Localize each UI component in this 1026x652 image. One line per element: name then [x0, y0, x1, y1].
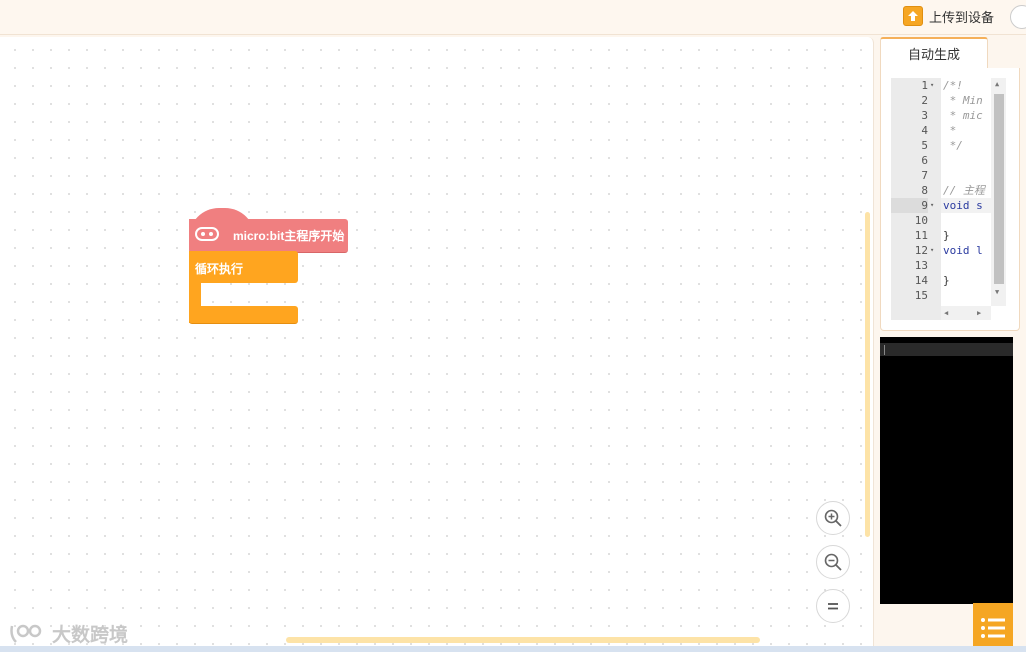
block-workspace[interactable] — [0, 37, 874, 647]
editor-scroll-thumb[interactable] — [994, 94, 1004, 284]
zoom-in-button[interactable] — [816, 501, 850, 535]
watermark-text: 大数跨境 — [52, 624, 129, 646]
fold-arrow-icon[interactable]: ▾ — [930, 78, 934, 93]
code-line[interactable]: 8 // 主程 — [891, 183, 1006, 198]
code-line[interactable]: 14} — [891, 273, 1006, 288]
line-number: 11 — [914, 229, 928, 242]
watermark-logo-icon — [10, 624, 42, 643]
code-tabbar: 自动生成 — [880, 37, 1016, 69]
line-number: 8 — [921, 184, 928, 197]
user-avatar-button[interactable] — [1010, 5, 1026, 29]
loop-block-bottom — [189, 306, 298, 324]
line-number: 15 — [914, 289, 928, 302]
line-number: 12 — [914, 244, 928, 257]
tab-auto-generate-label: 自动生成 — [907, 48, 960, 63]
top-toolbar: 上传到设备 — [0, 0, 1026, 35]
line-number: 7 — [921, 169, 928, 182]
zoom-out-icon — [824, 553, 842, 571]
code-editor[interactable]: 1 ▾/*! 2 * Min 3 * mic 4 * 5 */6 7 8// 主程 9 ▾ void… — [891, 78, 1006, 320]
editor-horizontal-scrollbar[interactable]: ◀ ▶ — [941, 306, 991, 320]
line-number: 6 — [921, 154, 928, 167]
loop-forever-block[interactable]: 循环执行 — [189, 251, 298, 324]
code-text: } — [943, 229, 950, 242]
code-side-panel: 自动生成 1 ▾/*! 2 * Min 3 * mic 4 * 5 */6 7 8// 主程 9… — [876, 37, 1020, 652]
scroll-up-icon[interactable]: ▲ — [995, 80, 999, 88]
workspace-horizontal-scrollbar[interactable] — [286, 637, 760, 643]
zoom-reset-button[interactable] — [816, 589, 850, 623]
line-number: 10 — [914, 214, 928, 227]
watermark: 大数跨境 — [8, 620, 128, 647]
upload-to-device-button[interactable]: 上传到设备 — [902, 5, 994, 27]
code-text: } — [943, 274, 950, 287]
code-text: * — [943, 124, 957, 137]
fold-arrow-icon[interactable]: ▾ — [930, 243, 934, 258]
menu-list-icon — [981, 617, 1005, 638]
line-number: 14 — [914, 274, 928, 287]
line-number: 2 — [921, 94, 928, 107]
code-line[interactable]: 13 — [891, 258, 1006, 273]
line-number: 5 — [921, 139, 928, 152]
line-number: 13 — [914, 259, 928, 272]
fold-arrow-icon[interactable]: ▾ — [930, 198, 934, 213]
code-line[interactable]: 2 * Min — [891, 93, 1006, 108]
console-caret — [884, 345, 885, 355]
upload-icon — [902, 6, 923, 26]
code-line[interactable]: 12 ▾ void l — [891, 243, 1006, 258]
code-text: void l — [943, 244, 983, 257]
code-text: * mic — [943, 109, 983, 122]
zoom-in-icon — [824, 509, 842, 527]
editor-vertical-scrollbar[interactable]: ▲ ▼ — [991, 78, 1006, 306]
scroll-down-icon[interactable]: ▼ — [995, 288, 999, 296]
code-line[interactable]: 3 * mic — [891, 108, 1006, 123]
code-text: */ — [943, 139, 963, 152]
code-line[interactable]: 11} — [891, 228, 1006, 243]
code-text: /*! — [943, 79, 963, 92]
code-text: void s — [943, 199, 983, 212]
console-input-bar[interactable] — [880, 343, 1013, 356]
code-line[interactable]: 10 — [891, 213, 1006, 228]
code-line[interactable]: 7 — [891, 168, 1006, 183]
code-line[interactable]: 6 — [891, 153, 1006, 168]
code-line[interactable]: 1 ▾ /*! — [891, 78, 1006, 93]
line-number: 9 — [891, 198, 928, 213]
scroll-left-icon[interactable]: ◀ — [944, 309, 948, 317]
line-number: 3 — [921, 109, 928, 122]
hat-block-label: micro:bit主程序开始 — [233, 229, 345, 243]
code-area: 1 ▾/*! 2 * Min 3 * mic 4 * 5 */6 7 8// 主程 9 ▾ void… — [880, 68, 1020, 331]
code-text: * Min — [943, 94, 983, 107]
microbit-icon — [195, 227, 219, 241]
bottom-edge — [0, 646, 1026, 652]
menu-button[interactable] — [973, 603, 1013, 652]
code-line[interactable]: 9 ▾ void s — [891, 198, 1006, 213]
workspace-vertical-scrollbar[interactable] — [865, 212, 870, 537]
line-number: 4 — [921, 124, 928, 137]
code-line[interactable]: 15 — [891, 288, 1006, 303]
scroll-right-icon[interactable]: ▶ — [977, 309, 981, 317]
microbit-main-block[interactable]: micro:bit主程序开始 — [189, 208, 349, 253]
loop-block-label: 循环执行 — [195, 262, 244, 276]
zoom-out-button[interactable] — [816, 545, 850, 579]
code-line[interactable]: 5 */ — [891, 138, 1006, 153]
line-number: 1 — [921, 79, 928, 92]
serial-console[interactable] — [880, 337, 1013, 604]
code-line[interactable]: 4 * — [891, 123, 1006, 138]
upload-label: 上传到设备 — [928, 10, 994, 26]
zoom-reset-icon — [828, 603, 838, 610]
code-text: // 主程 — [943, 184, 985, 197]
tab-auto-generate[interactable]: 自动生成 — [880, 37, 988, 68]
loop-block-notch — [201, 283, 221, 291]
